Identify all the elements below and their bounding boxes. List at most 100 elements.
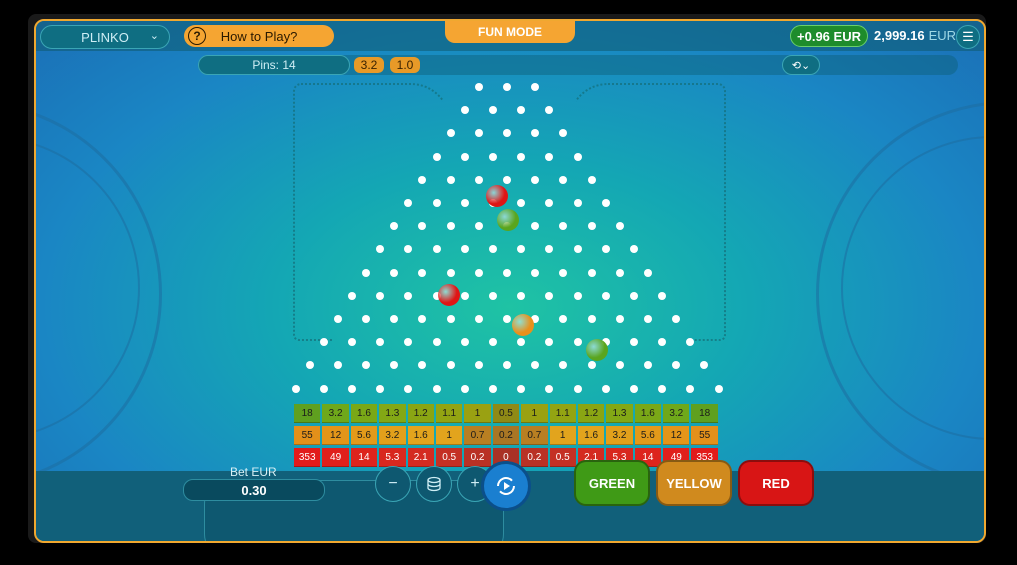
pin: [446, 268, 455, 277]
pin: [291, 384, 300, 393]
pin: [347, 338, 356, 347]
bet-decrease-button[interactable]: −: [375, 466, 411, 502]
pin: [545, 384, 554, 393]
pin: [404, 199, 413, 207]
drop-green-button[interactable]: GREEN: [574, 460, 650, 506]
pin: [559, 222, 568, 231]
pin: [305, 361, 314, 370]
history-button[interactable]: ⟲⌄: [782, 55, 820, 75]
pin: [474, 315, 483, 323]
pin: [559, 268, 568, 277]
pin: [629, 291, 638, 300]
pin: [446, 361, 455, 370]
multiplier-cell: 1.2: [577, 404, 605, 423]
pin: [390, 222, 399, 231]
pin: [545, 152, 554, 161]
pin: [432, 338, 441, 347]
drop-red-button[interactable]: RED: [738, 460, 814, 506]
pin: [404, 384, 413, 393]
multiplier-cell: 5.6: [634, 426, 662, 445]
pin: [531, 175, 540, 184]
pin: [517, 199, 526, 207]
pin: [432, 245, 441, 254]
pin: [362, 361, 370, 370]
coins-icon: [427, 476, 441, 492]
pin: [587, 315, 596, 323]
hamburger-icon: ☰: [962, 29, 974, 44]
pin: [446, 175, 455, 184]
pin: [446, 222, 455, 231]
multiplier-cell: 0.7: [464, 426, 491, 445]
multiplier-cell: 3.2: [379, 426, 406, 445]
pins-selector[interactable]: Pins: 14: [198, 55, 350, 75]
pin: [615, 222, 624, 231]
pin: [601, 291, 610, 300]
pin: [686, 338, 695, 347]
minus-icon: −: [388, 475, 398, 492]
pin: [347, 291, 356, 300]
pin: [488, 245, 497, 254]
autoplay-icon: [497, 477, 515, 495]
pin: [517, 384, 526, 393]
multiplier-cell: 0.5: [549, 448, 576, 467]
pin: [446, 315, 455, 323]
pin: [418, 175, 427, 184]
pin: [503, 315, 511, 323]
multiplier-cell: 1.2: [407, 404, 434, 423]
pin: [601, 245, 610, 254]
multiplier-cell: 3.2: [606, 426, 633, 445]
history-item: 3.2: [354, 57, 384, 73]
pin: [573, 199, 582, 207]
pin: [376, 245, 385, 254]
pin: [460, 338, 469, 347]
plinko-ball: [512, 314, 534, 336]
drop-yellow-button[interactable]: YELLOW: [656, 460, 732, 506]
plinko-ball: [586, 339, 608, 361]
multiplier-cell: 2.1: [407, 448, 434, 467]
pin: [629, 245, 638, 254]
pin: [474, 268, 483, 277]
plinko-ball: [497, 209, 519, 231]
pin: [517, 152, 526, 161]
pin: [474, 222, 483, 231]
autoplay-button[interactable]: [481, 461, 531, 511]
multiplier-cell: 0.2: [521, 448, 548, 467]
pin: [376, 338, 385, 347]
multiplier-cell: 5.3: [379, 448, 406, 467]
multiplier-cell: 3.2: [322, 404, 349, 423]
pin: [517, 291, 526, 300]
pin: [644, 361, 652, 370]
multiplier-row-yellow: 55 12 5.6 3.2 1.6 1 0.7 0.2 0.7 1 1.6 3.2 5.6 12 55: [294, 426, 718, 445]
pin: [559, 315, 568, 323]
pin: [587, 175, 596, 184]
multiplier-cell: 55: [691, 426, 718, 445]
pin: [418, 361, 427, 370]
how-to-play-button[interactable]: ? How to Play?: [184, 25, 334, 47]
plinko-ball: [486, 185, 508, 207]
pin: [587, 268, 596, 277]
pin: [615, 361, 624, 370]
multiplier-cell: 1.6: [407, 426, 434, 445]
chip-stack-button[interactable]: [416, 466, 452, 502]
pin: [686, 384, 695, 393]
pin: [601, 199, 610, 207]
bet-amount-field[interactable]: 0.30: [183, 479, 325, 501]
multiplier-cell: 353: [294, 448, 321, 467]
pin: [376, 291, 385, 300]
multiplier-cell: 12: [663, 426, 690, 445]
pin: [573, 291, 582, 300]
board-side-right: [568, 83, 726, 341]
balance-currency: EUR: [928, 28, 957, 43]
multiplier-cell: 0.7: [521, 426, 548, 445]
pin: [531, 83, 540, 91]
menu-button[interactable]: ☰: [956, 25, 980, 49]
bet-label: Bet EUR: [230, 465, 277, 479]
multiplier-cell: 18: [691, 404, 718, 423]
multiplier-cell: 14: [350, 448, 378, 467]
pin: [418, 268, 427, 277]
pin: [615, 268, 624, 277]
multiplier-cell: 55: [294, 426, 321, 445]
game-select-dropdown[interactable]: PLINKO ⌄: [40, 25, 170, 49]
multiplier-cell: 5.6: [350, 426, 378, 445]
pin: [629, 384, 638, 393]
